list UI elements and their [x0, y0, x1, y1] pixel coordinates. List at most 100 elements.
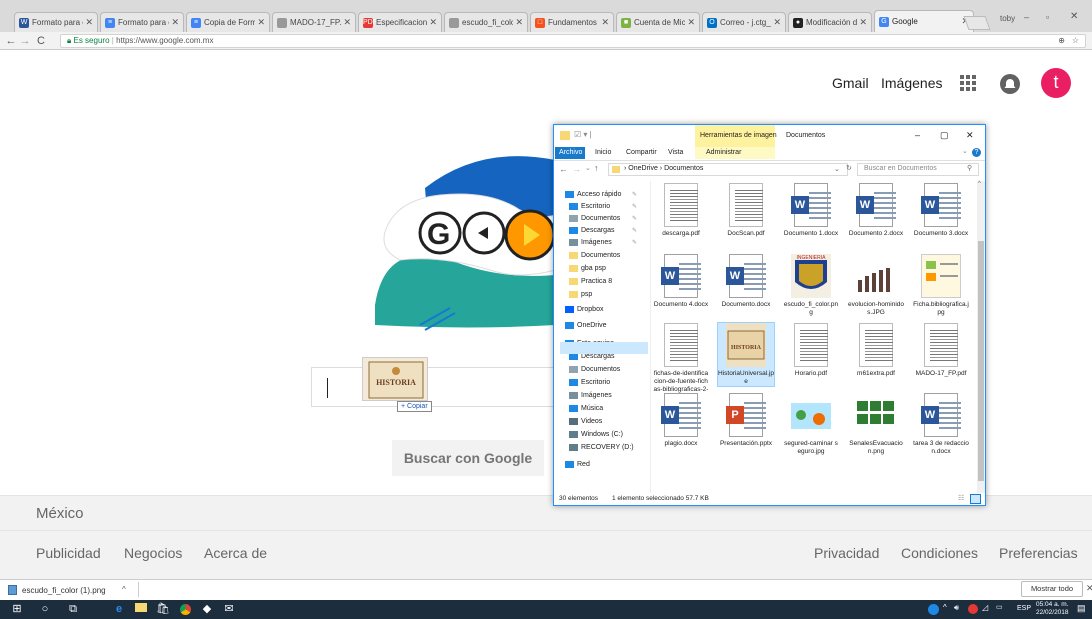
- file-item[interactable]: INGENIERIA escudo_fi_color.png: [783, 254, 839, 317]
- close-tab-icon[interactable]: ✕: [429, 17, 437, 28]
- tab-view[interactable]: Vista: [668, 149, 683, 156]
- refresh-icon[interactable]: ↻: [846, 164, 852, 172]
- pin-icon[interactable]: ✎: [632, 239, 637, 246]
- google-search-button[interactable]: Buscar con Google: [392, 440, 544, 476]
- close-tab-icon[interactable]: ✕: [515, 17, 523, 28]
- search-input[interactable]: [311, 367, 555, 407]
- close-tab-icon[interactable]: ✕: [85, 17, 93, 28]
- file-item[interactable]: m61extra.pdf: [848, 323, 904, 378]
- footer-link-settings[interactable]: Preferencias: [999, 545, 1078, 561]
- google-doodle[interactable]: G: [370, 140, 556, 340]
- explorer-forward-icon[interactable]: →: [572, 164, 581, 174]
- address-bar[interactable]: 🔒︎ Es seguro | https://www.google.com.mx…: [60, 34, 1086, 48]
- file-item[interactable]: W Documento 2.docx: [848, 183, 904, 238]
- nav-item[interactable]: Escritorio: [569, 379, 610, 386]
- tab-manage[interactable]: Administrar: [706, 149, 741, 156]
- browser-tab[interactable]: PDFEspecificaciones✕: [358, 12, 442, 32]
- file-item[interactable]: Wtarea 3 de redaccion.docx: [913, 393, 969, 456]
- steam-icon[interactable]: ◆: [196, 600, 218, 619]
- nav-item[interactable]: Red: [565, 461, 590, 468]
- large-icons-view-icon[interactable]: [970, 494, 981, 504]
- footer-link-terms[interactable]: Condiciones: [901, 545, 978, 561]
- images-link[interactable]: Imágenes: [881, 75, 942, 91]
- nav-item[interactable]: Videos: [569, 418, 602, 425]
- pin-icon[interactable]: ✎: [632, 203, 637, 210]
- help-tray-icon[interactable]: [928, 604, 939, 615]
- file-item[interactable]: segured-caminar seguro.jpg: [783, 393, 839, 456]
- cortana-icon[interactable]: ○: [34, 600, 56, 619]
- file-item[interactable]: W Documento 4.docx: [653, 254, 709, 309]
- browser-tab[interactable]: GGoogle✕: [874, 10, 974, 32]
- download-file-name[interactable]: escudo_fi_color (1).png: [22, 586, 106, 595]
- close-tab-icon[interactable]: ✕: [773, 17, 781, 28]
- nav-item[interactable]: gba psp: [569, 265, 606, 272]
- file-item[interactable]: P Presentación.pptx: [718, 393, 774, 448]
- close-tab-icon[interactable]: ✕: [859, 17, 867, 28]
- mail-icon[interactable]: ✉: [218, 600, 240, 619]
- file-item[interactable]: W Documento 3.docx: [913, 183, 969, 238]
- file-explorer-taskbar-icon[interactable]: [130, 600, 152, 619]
- nav-item[interactable]: Descargas ✎: [569, 227, 637, 234]
- account-avatar[interactable]: t: [1041, 68, 1071, 98]
- browser-tab[interactable]: OCorreo - j.ctg_15✕: [702, 12, 786, 32]
- nav-item[interactable]: Documentos: [569, 366, 620, 373]
- pin-icon[interactable]: ✎: [632, 227, 637, 234]
- scrollbar[interactable]: ^: [977, 181, 985, 493]
- bookmark-star-icon[interactable]: ☆: [1072, 35, 1079, 47]
- file-item[interactable]: Wplagio.docx: [653, 393, 709, 448]
- file-item[interactable]: HISTORIA HistoriaUniversal.jpe: [717, 322, 775, 387]
- store-icon[interactable]: 🛍︎: [152, 600, 174, 619]
- download-options-icon[interactable]: ^: [122, 585, 126, 594]
- back-icon[interactable]: ←: [4, 33, 18, 49]
- nav-item[interactable]: Documentos: [569, 252, 620, 259]
- clock[interactable]: 05:04 a. m. 22/02/2018: [1036, 601, 1069, 617]
- minimize-icon[interactable]: –: [1024, 12, 1029, 22]
- file-item[interactable]: MADO-17_FP.pdf: [913, 323, 969, 378]
- network-icon[interactable]: ◿: [982, 603, 988, 612]
- nav-item[interactable]: Imágenes ✎: [569, 239, 637, 246]
- nav-item[interactable]: Música: [569, 405, 603, 412]
- pin-icon[interactable]: ✎: [632, 191, 637, 198]
- browser-tab[interactable]: MADO-17_FP.pdf✕: [272, 12, 356, 32]
- explorer-close-icon[interactable]: ✕: [966, 130, 974, 141]
- battery-icon[interactable]: ▭: [996, 603, 1003, 611]
- scrollbar-thumb[interactable]: [978, 241, 984, 481]
- nav-item[interactable]: Descargas: [569, 353, 614, 360]
- nav-item[interactable]: psp: [569, 291, 592, 298]
- footer-link-about[interactable]: Acerca de: [204, 545, 267, 561]
- nav-item[interactable]: Acceso rápido ✎: [565, 191, 637, 198]
- nav-item[interactable]: Windows (C:): [569, 431, 623, 438]
- zoom-icon[interactable]: ⊕: [1058, 35, 1065, 47]
- task-view-icon[interactable]: ⧉: [62, 600, 84, 619]
- file-item[interactable]: W Documento.docx: [718, 254, 774, 309]
- help-icon[interactable]: ?: [972, 148, 981, 157]
- browser-tab[interactable]: ≡Formato para en✕: [100, 12, 184, 32]
- close-tab-icon[interactable]: ✕: [171, 17, 179, 28]
- profile-name[interactable]: toby: [1000, 14, 1015, 23]
- chrome-icon[interactable]: [174, 600, 196, 619]
- tray-expand-icon[interactable]: ^: [943, 603, 947, 612]
- close-download-bar-icon[interactable]: ✕: [1086, 583, 1092, 594]
- browser-tab[interactable]: escudo_fi_color.j✕: [444, 12, 528, 32]
- maximize-icon[interactable]: ▫: [1046, 12, 1049, 22]
- new-tab-button[interactable]: [963, 16, 991, 30]
- gmail-link[interactable]: Gmail: [832, 75, 869, 91]
- nav-item[interactable]: Practica 8: [569, 278, 612, 285]
- file-item[interactable]: W Documento 1.docx: [783, 183, 839, 238]
- apps-grid-icon[interactable]: [959, 74, 977, 92]
- nav-item[interactable]: RECOVERY (D:): [569, 444, 634, 451]
- file-item[interactable]: fichas-de-identificacion-de-fuente-ficha…: [653, 323, 709, 402]
- nav-item[interactable]: Documentos ✎: [569, 215, 637, 222]
- scroll-up-icon[interactable]: ^: [978, 181, 981, 187]
- file-item[interactable]: DocScan.pdf: [718, 183, 774, 238]
- close-tab-icon[interactable]: ✕: [343, 17, 351, 28]
- antivirus-icon[interactable]: [968, 604, 978, 614]
- details-view-icon[interactable]: ☷: [958, 494, 964, 502]
- up-icon[interactable]: ↑: [594, 163, 599, 173]
- close-tab-icon[interactable]: ✕: [257, 17, 265, 28]
- ribbon-expand-icon[interactable]: ⌄: [962, 147, 968, 155]
- nav-item[interactable]: Escritorio ✎: [569, 203, 637, 210]
- tab-share[interactable]: Compartir: [626, 149, 657, 156]
- nav-item[interactable]: Dropbox: [565, 306, 603, 313]
- footer-link-advertising[interactable]: Publicidad: [36, 545, 101, 561]
